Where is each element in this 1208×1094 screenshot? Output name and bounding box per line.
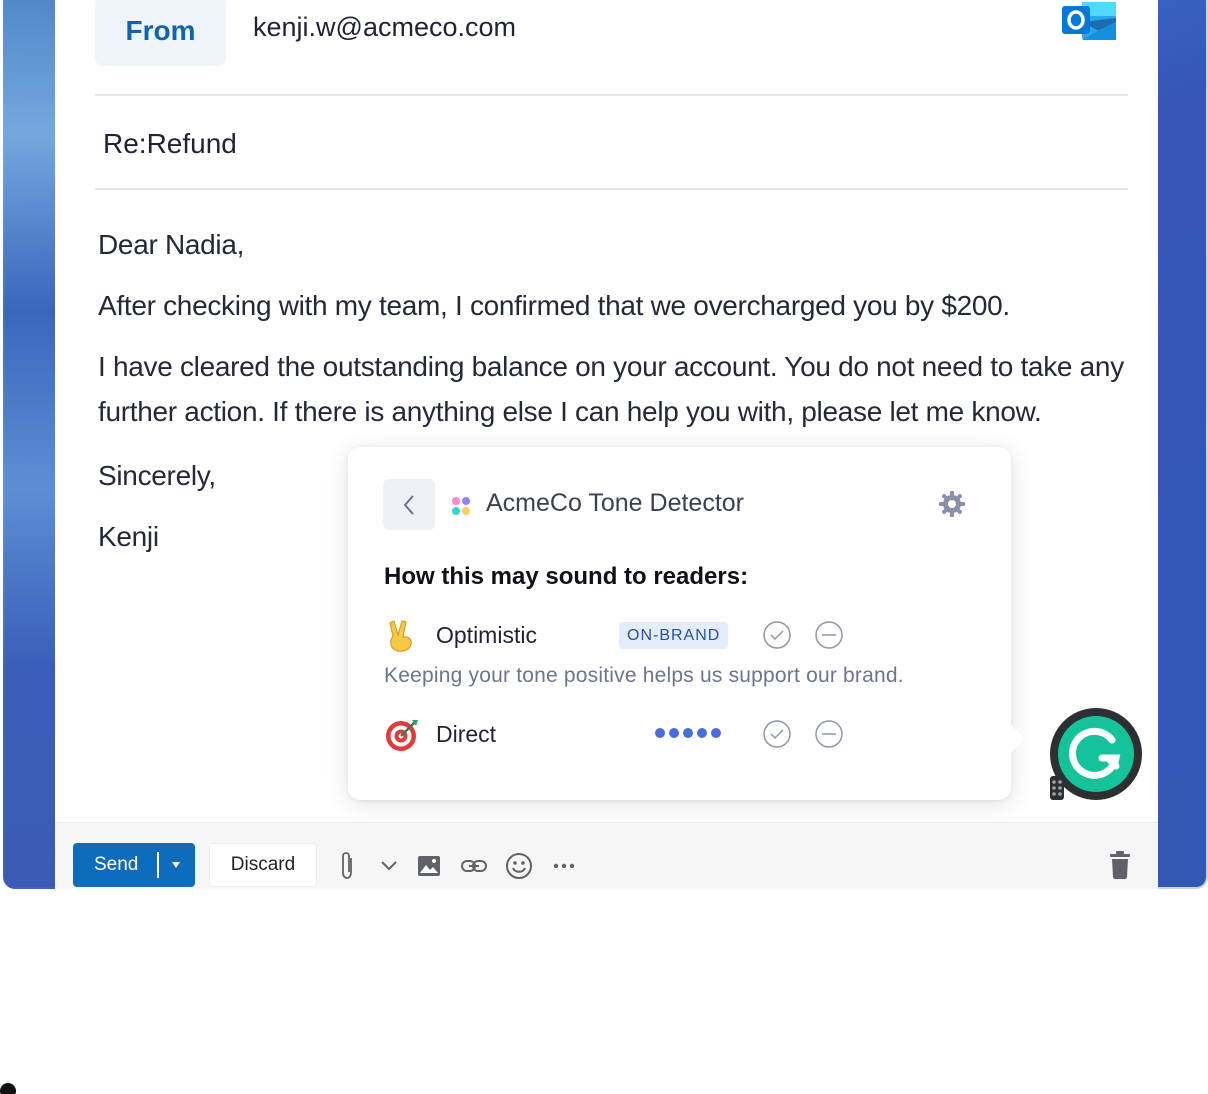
intensity-dot bbox=[711, 728, 721, 738]
from-email: kenji.w@acmeco.com bbox=[253, 12, 516, 42]
send-divider bbox=[157, 852, 159, 878]
intensity-dot bbox=[683, 728, 693, 738]
desktop-background-edge bbox=[3, 0, 55, 889]
dismiss-minus-icon[interactable] bbox=[814, 719, 844, 749]
intensity-dot bbox=[669, 728, 679, 738]
back-button[interactable] bbox=[383, 479, 435, 530]
from-button[interactable]: From bbox=[95, 0, 226, 66]
subject-text[interactable]: Re:Refund bbox=[103, 128, 237, 160]
chevron-left-icon bbox=[403, 494, 414, 515]
outlook-icon bbox=[1062, 2, 1116, 40]
subject-row[interactable]: Re:Refund bbox=[95, 96, 1128, 190]
send-options-caret-icon[interactable] bbox=[171, 858, 181, 872]
chevron-down-icon[interactable] bbox=[380, 851, 398, 881]
tone-heading: How this may sound to readers: bbox=[384, 563, 749, 590]
corner-mark bbox=[0, 1083, 16, 1094]
intensity-dot bbox=[697, 728, 707, 738]
body-greeting: Dear Nadia, bbox=[98, 229, 245, 260]
send-button[interactable]: Send bbox=[73, 843, 195, 887]
grammarly-g-button[interactable] bbox=[1046, 706, 1144, 802]
from-row: From kenji.w@acmeco.com bbox=[95, 0, 1128, 96]
image-icon[interactable] bbox=[417, 851, 441, 881]
dismiss-minus-icon[interactable] bbox=[814, 620, 844, 650]
intensity-dot bbox=[655, 728, 665, 738]
approve-check-icon[interactable] bbox=[762, 620, 792, 650]
gear-icon[interactable] bbox=[938, 490, 966, 518]
direct-hit-icon bbox=[386, 720, 418, 751]
approve-check-icon[interactable] bbox=[762, 719, 792, 749]
tone-label: Direct bbox=[436, 721, 497, 747]
card-title: AcmeCo Tone Detector bbox=[486, 489, 744, 517]
body-paragraph-2: I have cleared the outstanding balance o… bbox=[98, 351, 1124, 427]
tone-row-optimistic: Optimistic ON-BRAND bbox=[384, 615, 984, 655]
tone-row-direct: Direct bbox=[384, 714, 984, 754]
discard-button[interactable]: Discard bbox=[209, 843, 317, 887]
more-icon[interactable] bbox=[552, 851, 576, 881]
trash-icon[interactable] bbox=[1108, 851, 1132, 879]
send-label: Send bbox=[94, 854, 139, 875]
acmeco-logo-icon bbox=[452, 497, 470, 515]
victory-hand-icon bbox=[389, 620, 412, 652]
body-paragraph-1: After checking with my team, I confirmed… bbox=[98, 290, 1010, 321]
on-brand-badge: ON-BRAND bbox=[619, 622, 729, 649]
link-icon[interactable] bbox=[460, 851, 488, 881]
compose-toolbar: Send Discard bbox=[55, 822, 1158, 889]
tone-description: Keeping your tone positive helps us supp… bbox=[384, 664, 904, 687]
intensity-dots bbox=[655, 728, 721, 738]
tone-label: Optimistic bbox=[436, 622, 537, 648]
paperclip-icon[interactable] bbox=[340, 851, 356, 881]
emoji-icon[interactable] bbox=[505, 851, 533, 881]
tone-detector-card: AcmeCo Tone Detector How this may sound … bbox=[348, 447, 1025, 800]
